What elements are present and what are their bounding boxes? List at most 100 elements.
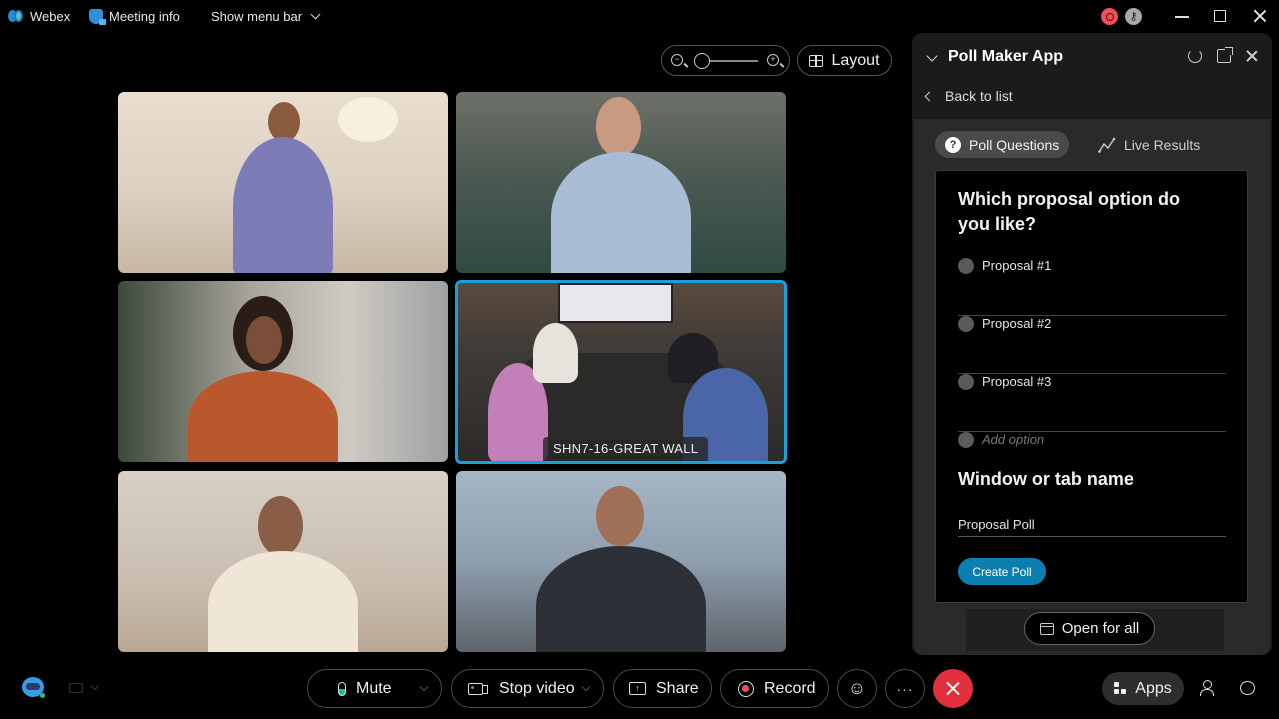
chevron-down-icon: [310, 9, 321, 20]
share-button[interactable]: ↑ Share: [613, 669, 712, 708]
tab-label: Live Results: [1124, 136, 1201, 153]
video-options-chevron-icon[interactable]: [581, 682, 591, 692]
layout-button[interactable]: Layout: [797, 45, 892, 76]
microphone-icon: [338, 681, 346, 696]
poll-app-content: ? Poll Questions Live Results Which prop…: [914, 119, 1270, 655]
open-for-all-label: Open for all: [1061, 620, 1140, 637]
video-tile-2[interactable]: [456, 92, 786, 273]
create-poll-button[interactable]: Create Poll: [958, 558, 1046, 585]
add-option-placeholder: Add option: [982, 432, 1045, 447]
mute-label: Mute: [356, 679, 392, 697]
room-display: [558, 283, 673, 323]
apps-button[interactable]: Apps: [1102, 672, 1184, 705]
ellipsis-icon: ···: [896, 680, 914, 697]
webex-logo-icon: [8, 10, 24, 23]
option-label: Proposal #2: [982, 316, 1052, 331]
poll-option[interactable]: Proposal #3: [958, 374, 1226, 432]
radio-button[interactable]: [958, 316, 974, 332]
participant-body: [188, 371, 338, 462]
captions-chevron-icon[interactable]: [90, 681, 100, 691]
camera-icon: [468, 682, 488, 695]
back-to-list-link[interactable]: Back to list: [924, 88, 1013, 104]
record-icon: [738, 680, 754, 697]
window-name-heading: Window or tab name: [958, 469, 1134, 489]
line-chart-icon: [1098, 137, 1116, 153]
panel-header: Poll Maker App: [912, 33, 1272, 83]
tab-label: Poll Questions: [969, 136, 1060, 153]
share-screen-icon: ↑: [629, 682, 646, 695]
apps-label: Apps: [1135, 679, 1172, 697]
participants-icon[interactable]: [1200, 680, 1216, 696]
refresh-icon[interactable]: [1188, 49, 1202, 63]
radio-button[interactable]: [958, 258, 974, 274]
pop-out-icon[interactable]: [1217, 47, 1233, 63]
participant-head: [596, 486, 644, 546]
tab-live-results[interactable]: Live Results: [1088, 131, 1210, 158]
radio-button[interactable]: [958, 374, 974, 390]
layout-grid-icon: [809, 54, 824, 67]
minimize-button[interactable]: [1175, 16, 1189, 18]
video-tile-5[interactable]: [118, 471, 448, 652]
participant-body: [536, 546, 706, 652]
lamp-shade: [338, 97, 398, 142]
option-label: Proposal #1: [982, 258, 1052, 273]
video-tile-1[interactable]: [118, 92, 448, 273]
window-name-input[interactable]: [958, 512, 1226, 537]
chat-icon[interactable]: [1240, 681, 1255, 695]
ai-assistant-icon[interactable]: [22, 677, 45, 698]
open-for-all-button[interactable]: Open for all: [1024, 612, 1155, 645]
poll-form-card: Which proposal option do you like? Propo…: [935, 170, 1248, 603]
webex-menu[interactable]: Webex: [8, 9, 70, 24]
participant-name-label: SHN7-16-GREAT WALL: [543, 437, 709, 461]
more-options-button[interactable]: ···: [885, 669, 925, 708]
close-window-button[interactable]: [1252, 8, 1268, 24]
reactions-button[interactable]: ☺: [837, 669, 877, 708]
stop-video-label: Stop video: [499, 679, 575, 697]
tab-poll-questions[interactable]: ? Poll Questions: [935, 131, 1070, 158]
video-zoom-control: − +: [661, 45, 790, 76]
zoom-slider-handle[interactable]: [694, 53, 710, 69]
recording-indicator-icon[interactable]: [1101, 8, 1118, 25]
host-key-icon[interactable]: ⚷: [1125, 8, 1142, 25]
layout-label: Layout: [831, 51, 880, 69]
audio-options-chevron-icon[interactable]: [419, 682, 429, 692]
video-tile-3[interactable]: [118, 281, 448, 462]
show-menu-bar-button[interactable]: Show menu bar: [211, 9, 321, 24]
participant-head: [258, 496, 303, 556]
meeting-info-button[interactable]: Meeting info: [89, 9, 180, 25]
poll-option[interactable]: Proposal #1: [958, 258, 1226, 316]
participant-head: [596, 97, 641, 157]
participant-face: [246, 316, 282, 364]
record-button[interactable]: Record: [720, 669, 829, 708]
participant-body: [551, 152, 691, 273]
video-tile-6[interactable]: [456, 471, 786, 652]
share-window-icon: [1039, 622, 1054, 635]
zoom-out-icon[interactable]: −: [671, 54, 683, 66]
panel-footer: Open for all: [966, 609, 1224, 651]
zoom-in-icon[interactable]: +: [767, 54, 779, 66]
close-panel-icon[interactable]: [1245, 49, 1259, 63]
app-name: Webex: [30, 9, 71, 24]
participant-head: [268, 102, 300, 142]
shield-lock-icon: [89, 9, 106, 25]
question-bubble-icon: ?: [945, 136, 961, 153]
zoom-slider-track[interactable]: [702, 60, 758, 62]
apps-grid-icon: [1114, 682, 1127, 695]
poll-option[interactable]: Proposal #2: [958, 316, 1226, 374]
leave-meeting-button[interactable]: [933, 669, 973, 708]
chevron-left-icon: [924, 91, 935, 101]
collapse-chevron-icon[interactable]: [926, 50, 938, 62]
emoji-add-icon: ☺: [847, 678, 867, 698]
closed-captions-icon[interactable]: [69, 683, 83, 693]
poll-question[interactable]: Which proposal option do you like?: [958, 187, 1208, 237]
mute-button[interactable]: Mute: [307, 669, 442, 708]
meeting-info-label: Meeting info: [109, 9, 180, 24]
share-label: Share: [656, 679, 699, 697]
show-menu-bar-label: Show menu bar: [211, 9, 303, 24]
video-tile-4-active-speaker[interactable]: SHN7-16-GREAT WALL: [455, 280, 787, 464]
maximize-button[interactable]: [1214, 10, 1226, 22]
option-label: Proposal #3: [982, 374, 1052, 389]
panel-title: Poll Maker App: [948, 48, 1063, 65]
stop-video-button[interactable]: Stop video: [451, 669, 604, 708]
record-label: Record: [764, 679, 816, 697]
